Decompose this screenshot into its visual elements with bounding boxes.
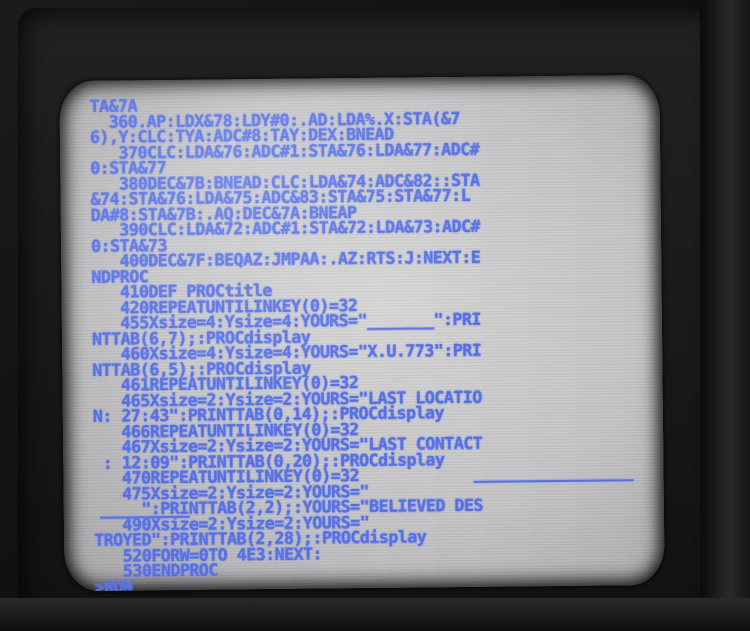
text-underline [473,479,634,483]
monitor-bezel-edge [700,0,750,631]
monitor-base [0,598,750,631]
photo-scene: TA&7A 360.AP:LDX&78:LDY#0:.AD:LDA%.X:STA… [0,0,750,631]
listing-line: 400DEC&7F:BEQAZ:JMPAA:.AZ:RTS:J:NEXT:E [91,247,481,271]
crt-screen: TA&7A 360.AP:LDX&78:LDY#0:.AD:LDA%.X:STA… [59,74,665,592]
